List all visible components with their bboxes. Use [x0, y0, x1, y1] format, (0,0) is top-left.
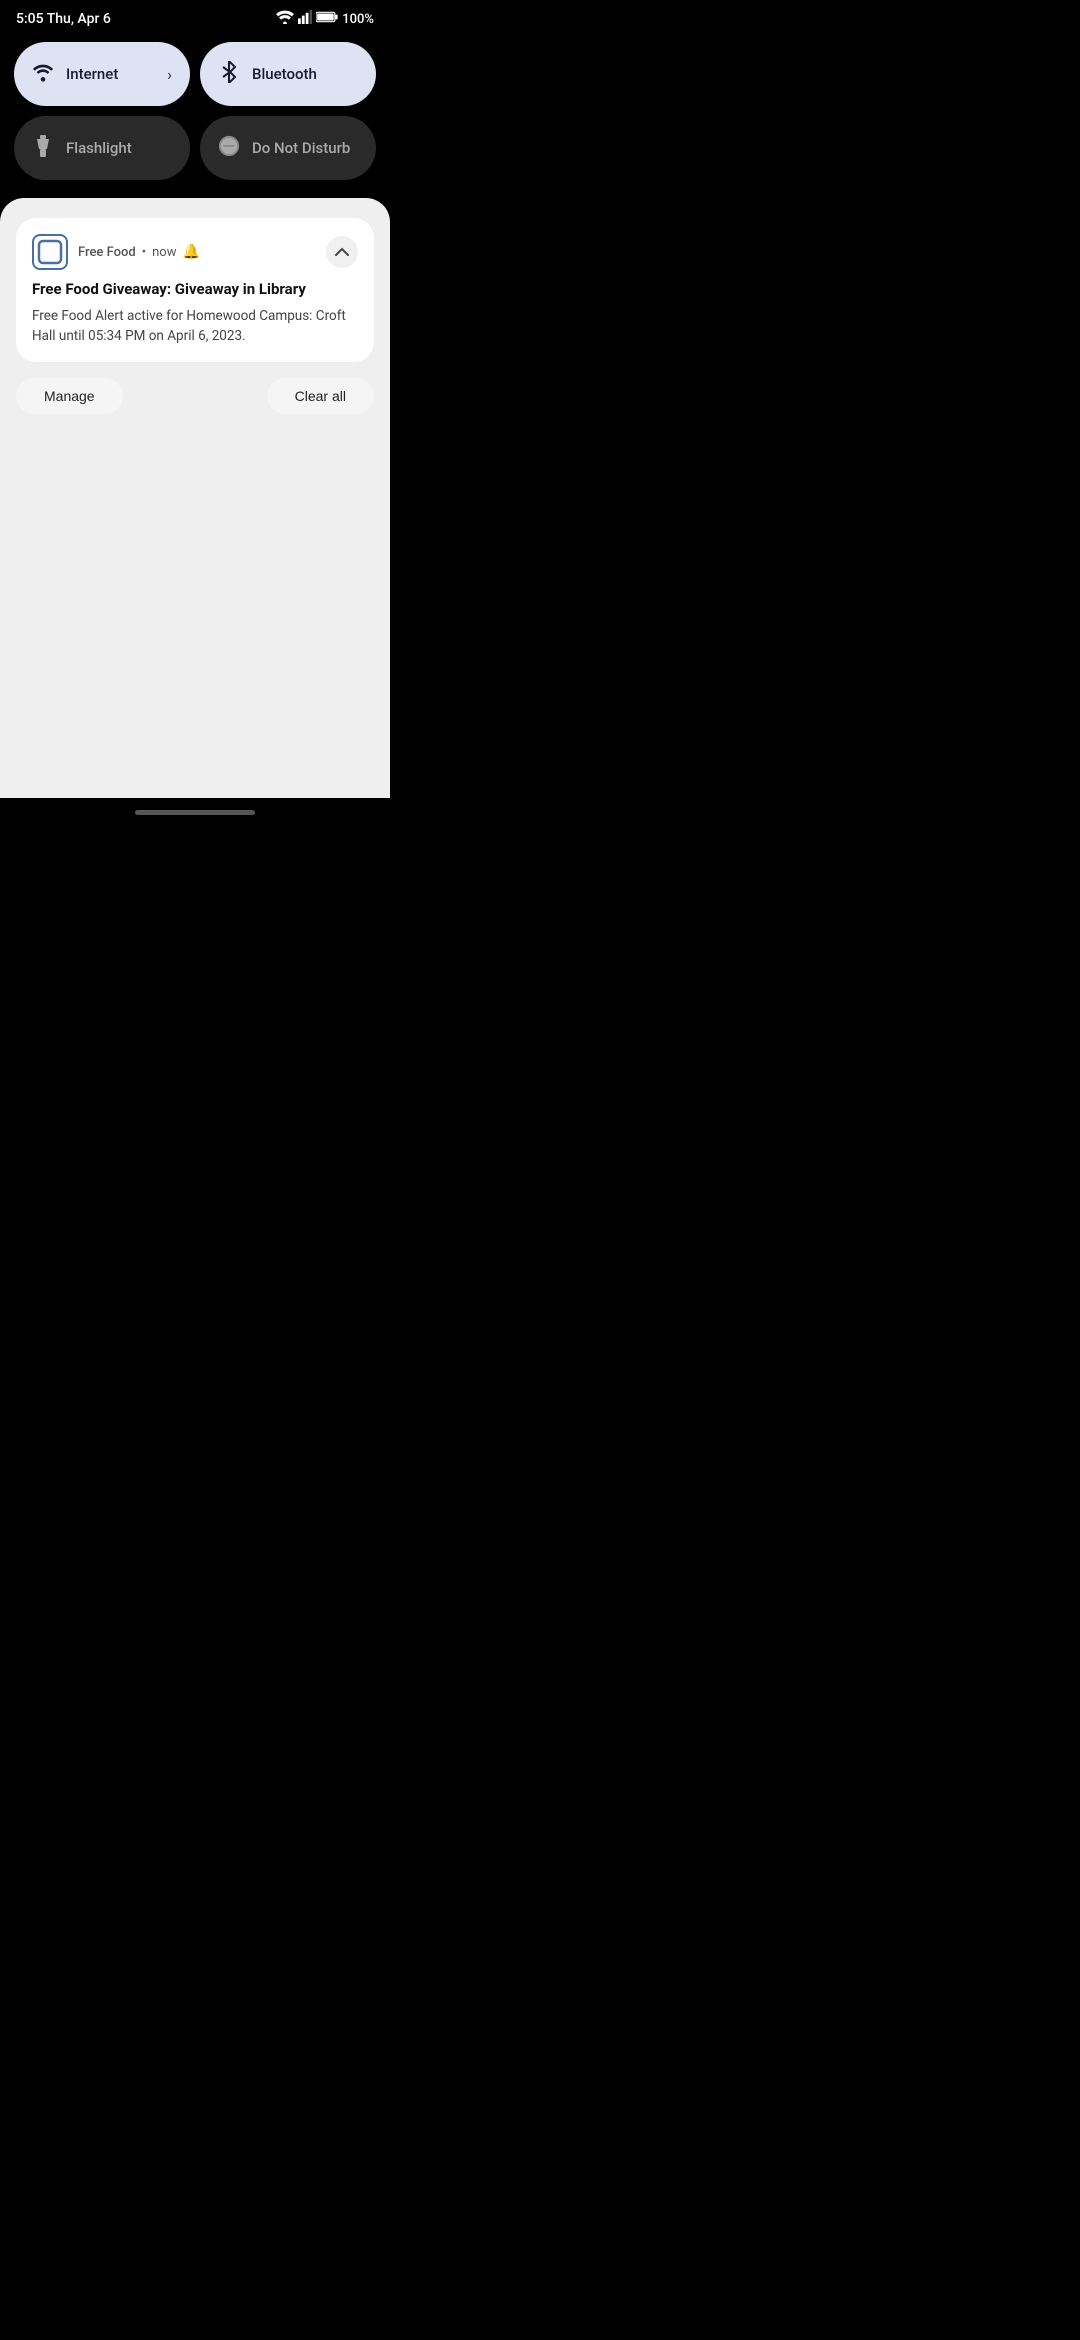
notification-timestamp: now — [152, 245, 176, 260]
quick-settings-panel: Internet › Bluetooth Flashlight — [0, 34, 390, 194]
notification-collapse-button[interactable] — [326, 236, 358, 268]
wifi-status-icon — [276, 10, 294, 28]
battery-status-icon — [316, 11, 338, 27]
battery-percentage: 100% — [342, 12, 374, 27]
manage-button[interactable]: Manage — [16, 378, 123, 414]
dnd-tile-label: Do Not Disturb — [252, 139, 358, 157]
internet-tile-arrow: › — [167, 65, 172, 84]
notification-actions: Manage Clear all — [16, 378, 374, 414]
notification-app-name: Free Food — [78, 245, 136, 260]
clear-all-button[interactable]: Clear all — [267, 378, 374, 414]
bluetooth-tile-label: Bluetooth — [252, 65, 358, 83]
notification-header: Free Food • now 🔔 — [32, 234, 358, 270]
status-bar: 5:05 Thu, Apr 6 — [0, 0, 390, 34]
internet-tile[interactable]: Internet › — [14, 42, 190, 106]
notification-title: Free Food Giveaway: Giveaway in Library — [32, 280, 358, 300]
wifi-icon — [32, 61, 54, 88]
notification-body: Free Food Alert active for Homewood Camp… — [32, 306, 358, 347]
dnd-icon — [218, 135, 240, 162]
notification-dot: • — [142, 245, 146, 260]
notification-app-info: Free Food • now 🔔 — [32, 234, 200, 270]
flashlight-tile[interactable]: Flashlight — [14, 116, 190, 180]
dnd-tile[interactable]: Do Not Disturb — [200, 116, 376, 180]
notification-panel: Free Food • now 🔔 Free Food Giveaway: Gi… — [0, 198, 390, 798]
notification-app-icon — [32, 234, 68, 270]
notification-card: Free Food • now 🔔 Free Food Giveaway: Gi… — [16, 218, 374, 362]
flashlight-tile-label: Flashlight — [66, 139, 172, 157]
home-indicator — [135, 810, 255, 815]
bluetooth-tile[interactable]: Bluetooth — [200, 42, 376, 106]
notification-meta: Free Food • now 🔔 — [78, 244, 200, 260]
status-time: 5:05 Thu, Apr 6 — [16, 11, 111, 27]
status-icons: 100% — [276, 10, 374, 28]
signal-status-icon — [298, 10, 312, 28]
bluetooth-icon — [218, 61, 240, 88]
flashlight-icon — [32, 135, 54, 162]
internet-tile-label: Internet — [66, 65, 155, 83]
notification-bell-icon: 🔔 — [183, 244, 200, 260]
